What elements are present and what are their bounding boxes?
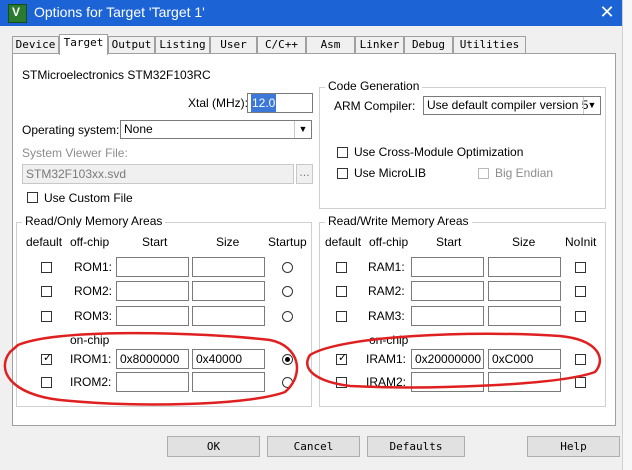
irom-annotation-ellipse [3,331,299,406]
iram-annotation-ellipse [306,332,601,389]
tab-target[interactable]: Target [59,34,108,55]
red-annotation-overlay [3,331,601,406]
